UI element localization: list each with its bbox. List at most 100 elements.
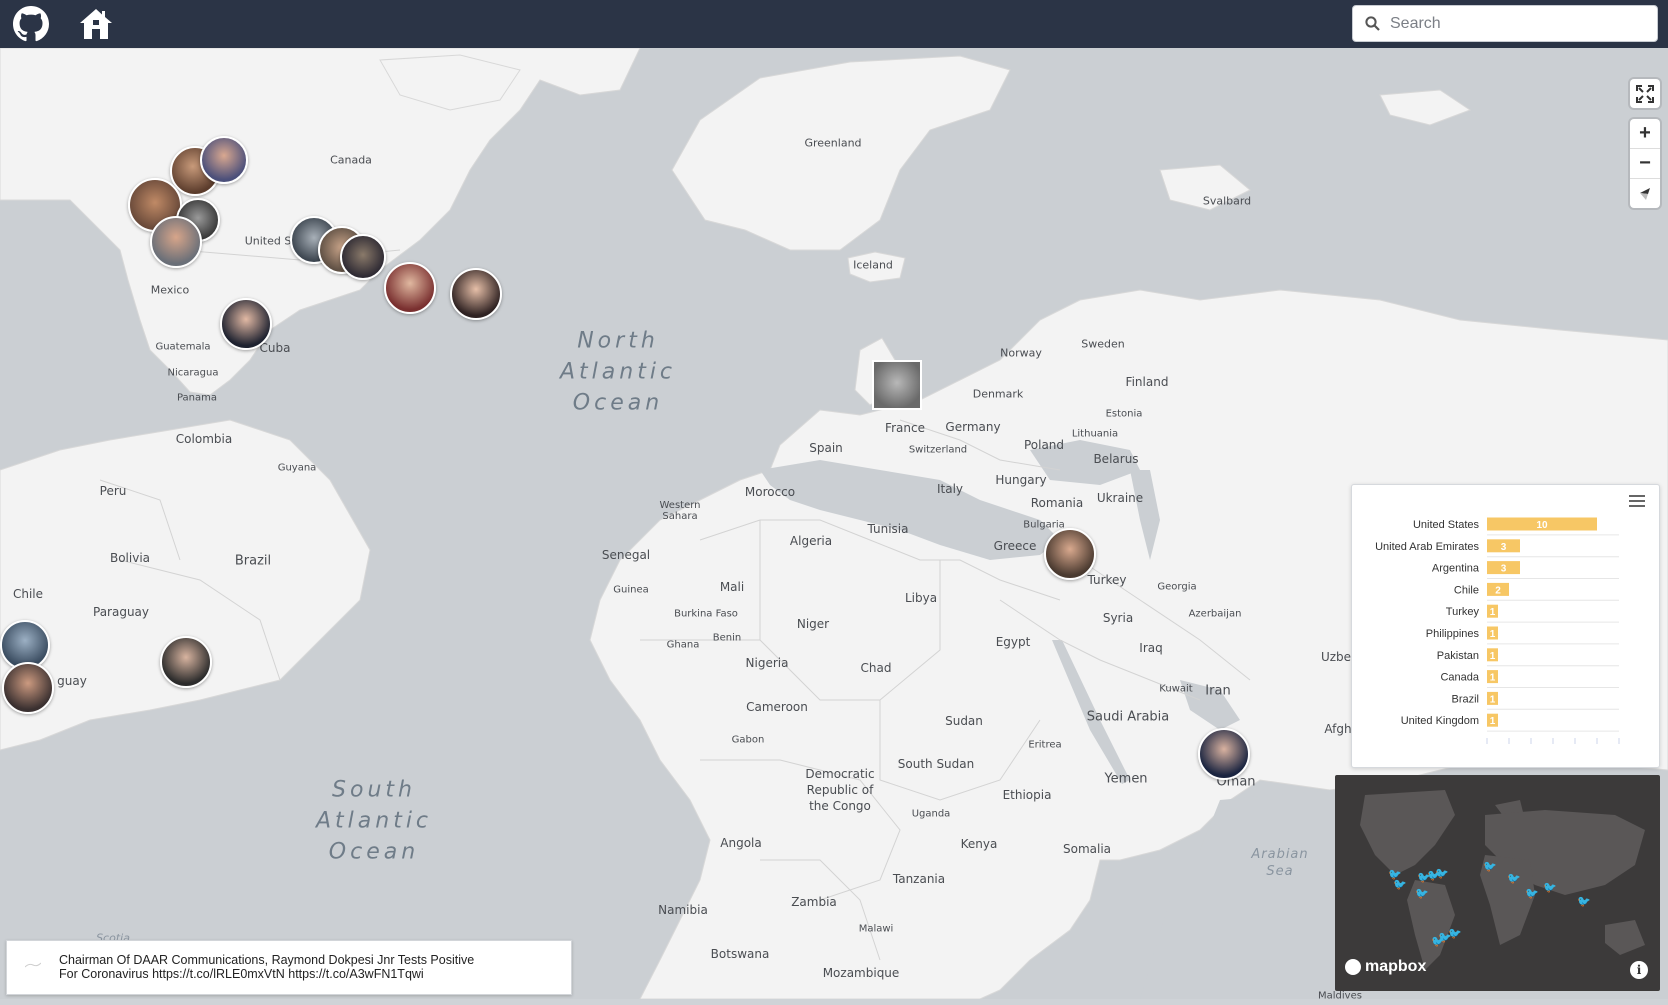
place-label: Poland bbox=[1023, 438, 1065, 452]
place-label: Peru bbox=[99, 484, 127, 498]
place-label: Iceland bbox=[853, 258, 893, 272]
place-label: Nigeria bbox=[745, 656, 789, 670]
place-label: Democratic Republic of the Congo bbox=[805, 767, 875, 813]
compass-icon[interactable] bbox=[1630, 179, 1660, 208]
place-label: Greenland bbox=[804, 136, 862, 150]
category-label: Turkey bbox=[1446, 606, 1480, 618]
user-avatar-marker[interactable] bbox=[384, 262, 436, 314]
user-avatar-marker[interactable] bbox=[1044, 528, 1096, 580]
twitter-bird-icon[interactable]: 🐦 bbox=[1435, 867, 1449, 880]
user-avatar-marker[interactable] bbox=[872, 360, 922, 410]
category-label: Pakistan bbox=[1437, 650, 1479, 662]
place-label: Syria bbox=[1102, 611, 1134, 625]
place-label: Georgia bbox=[1157, 581, 1197, 593]
place-label: Chile bbox=[12, 587, 44, 601]
place-label: Sweden bbox=[1081, 337, 1125, 351]
top-bar bbox=[0, 0, 1668, 48]
place-label: Svalbard bbox=[1202, 194, 1252, 208]
category-label: Brazil bbox=[1451, 693, 1479, 705]
bar-value-label: 2 bbox=[1495, 585, 1501, 596]
mapbox-logo-icon bbox=[1345, 959, 1361, 975]
place-label: Greece bbox=[993, 539, 1037, 553]
user-avatar-marker[interactable] bbox=[220, 298, 272, 350]
place-label: Angola bbox=[720, 836, 762, 850]
search-input[interactable] bbox=[1388, 13, 1652, 34]
place-label: Nicaragua bbox=[167, 367, 219, 379]
place-label: Tunisia bbox=[867, 522, 909, 536]
place-label: Guatemala bbox=[155, 341, 211, 353]
ocean-label: Arabian Sea bbox=[1251, 847, 1309, 879]
place-label: Libya bbox=[904, 591, 938, 605]
user-avatar-marker[interactable] bbox=[150, 216, 202, 268]
bar-value-label: 1 bbox=[1490, 694, 1496, 705]
user-avatar-marker[interactable] bbox=[1198, 728, 1250, 780]
tweet-line: Chairman Of DAAR Communications, Raymond… bbox=[59, 953, 475, 967]
place-label: Maldives bbox=[1318, 990, 1362, 1000]
place-label: Colombia bbox=[175, 432, 233, 446]
place-label: Denmark bbox=[972, 387, 1024, 401]
place-label: Malawi bbox=[858, 923, 894, 935]
place-label: Gabon bbox=[731, 734, 765, 746]
twitter-bird-icon[interactable]: 🐦 bbox=[1507, 872, 1521, 885]
tweet-card[interactable]: Chairman Of DAAR Communications, Raymond… bbox=[6, 940, 572, 995]
zoom-out-button[interactable]: − bbox=[1630, 149, 1660, 179]
twitter-bird-icon[interactable]: 🐦 bbox=[1483, 860, 1497, 873]
category-label: Canada bbox=[1440, 672, 1479, 684]
fullscreen-icon[interactable] bbox=[1630, 79, 1660, 108]
ocean-label: North Atlantic Ocean bbox=[559, 328, 677, 416]
place-label: Egypt bbox=[995, 635, 1031, 649]
bar-value-label: 1 bbox=[1490, 651, 1496, 662]
place-label: Yemen bbox=[1104, 771, 1148, 787]
twitter-bird-icon[interactable]: 🐦 bbox=[1448, 927, 1462, 940]
place-label: Senegal bbox=[601, 548, 651, 562]
place-label: Morocco bbox=[744, 485, 796, 499]
place-label: Azerbaijan bbox=[1188, 608, 1242, 620]
place-label: Guinea bbox=[613, 584, 649, 596]
bar-value-label: 3 bbox=[1501, 564, 1507, 575]
place-label: Guyana bbox=[277, 462, 317, 474]
user-avatar-marker[interactable] bbox=[160, 636, 212, 688]
search-box[interactable] bbox=[1352, 5, 1658, 42]
user-avatar-marker[interactable] bbox=[450, 268, 502, 320]
place-label: Ethiopia bbox=[1002, 788, 1052, 802]
mapbox-logo[interactable]: mapbox bbox=[1345, 958, 1426, 976]
user-avatar-marker[interactable] bbox=[2, 662, 54, 714]
place-label: Bulgaria bbox=[1023, 519, 1065, 531]
place-label: Spain bbox=[809, 441, 843, 455]
twitter-bird-icon[interactable]: 🐦 bbox=[1415, 887, 1429, 900]
place-label: Mali bbox=[719, 580, 745, 594]
place-label: Tanzania bbox=[892, 872, 946, 886]
hamburger-icon[interactable] bbox=[1629, 495, 1645, 510]
place-label: Uzbe bbox=[1320, 650, 1352, 664]
place-label: Zambia bbox=[791, 895, 837, 909]
place-label: Somalia bbox=[1062, 842, 1112, 856]
country-bar-chart: United States 10 United Arab Emirates 3 Arge… bbox=[1375, 517, 1620, 744]
tweet-thumbnail-icon bbox=[25, 962, 41, 968]
place-label: Norway bbox=[1000, 346, 1042, 360]
info-icon[interactable]: i bbox=[1630, 961, 1648, 979]
search-icon bbox=[1365, 16, 1380, 31]
bar-value-label: 1 bbox=[1490, 673, 1496, 684]
place-label: guay bbox=[57, 674, 87, 688]
place-label: Botswana bbox=[710, 947, 770, 961]
user-avatar-marker[interactable] bbox=[340, 234, 386, 280]
place-label: Eritrea bbox=[1028, 739, 1062, 751]
twitter-bird-icon[interactable]: 🐦 bbox=[1393, 878, 1407, 891]
home-icon[interactable] bbox=[78, 6, 114, 42]
bar-value-label: 1 bbox=[1490, 716, 1496, 727]
twitter-bird-icon[interactable]: 🐦 bbox=[1525, 887, 1539, 900]
place-label: Burkina Faso bbox=[674, 608, 738, 620]
user-avatar-marker[interactable] bbox=[200, 136, 248, 184]
place-label: Bolivia bbox=[109, 551, 151, 565]
github-icon[interactable] bbox=[13, 6, 49, 42]
minimap[interactable]: 🐦 🐦 🐦 🐦 🐦 🐦 🐦 🐦 🐦 🐦 🐦 🐦 🐦 🐦 mapbox i bbox=[1335, 775, 1660, 991]
place-label: Ghana bbox=[666, 639, 700, 651]
place-label: Romania bbox=[1030, 496, 1084, 510]
zoom-in-button[interactable]: + bbox=[1630, 119, 1660, 149]
twitter-bird-icon[interactable]: 🐦 bbox=[1577, 895, 1591, 908]
twitter-bird-icon[interactable]: 🐦 bbox=[1543, 881, 1557, 894]
category-label: United Kingdom bbox=[1401, 715, 1479, 727]
fullscreen-control[interactable] bbox=[1630, 79, 1660, 108]
place-label: Cameroon bbox=[746, 700, 808, 714]
place-label: Chad bbox=[860, 661, 892, 675]
